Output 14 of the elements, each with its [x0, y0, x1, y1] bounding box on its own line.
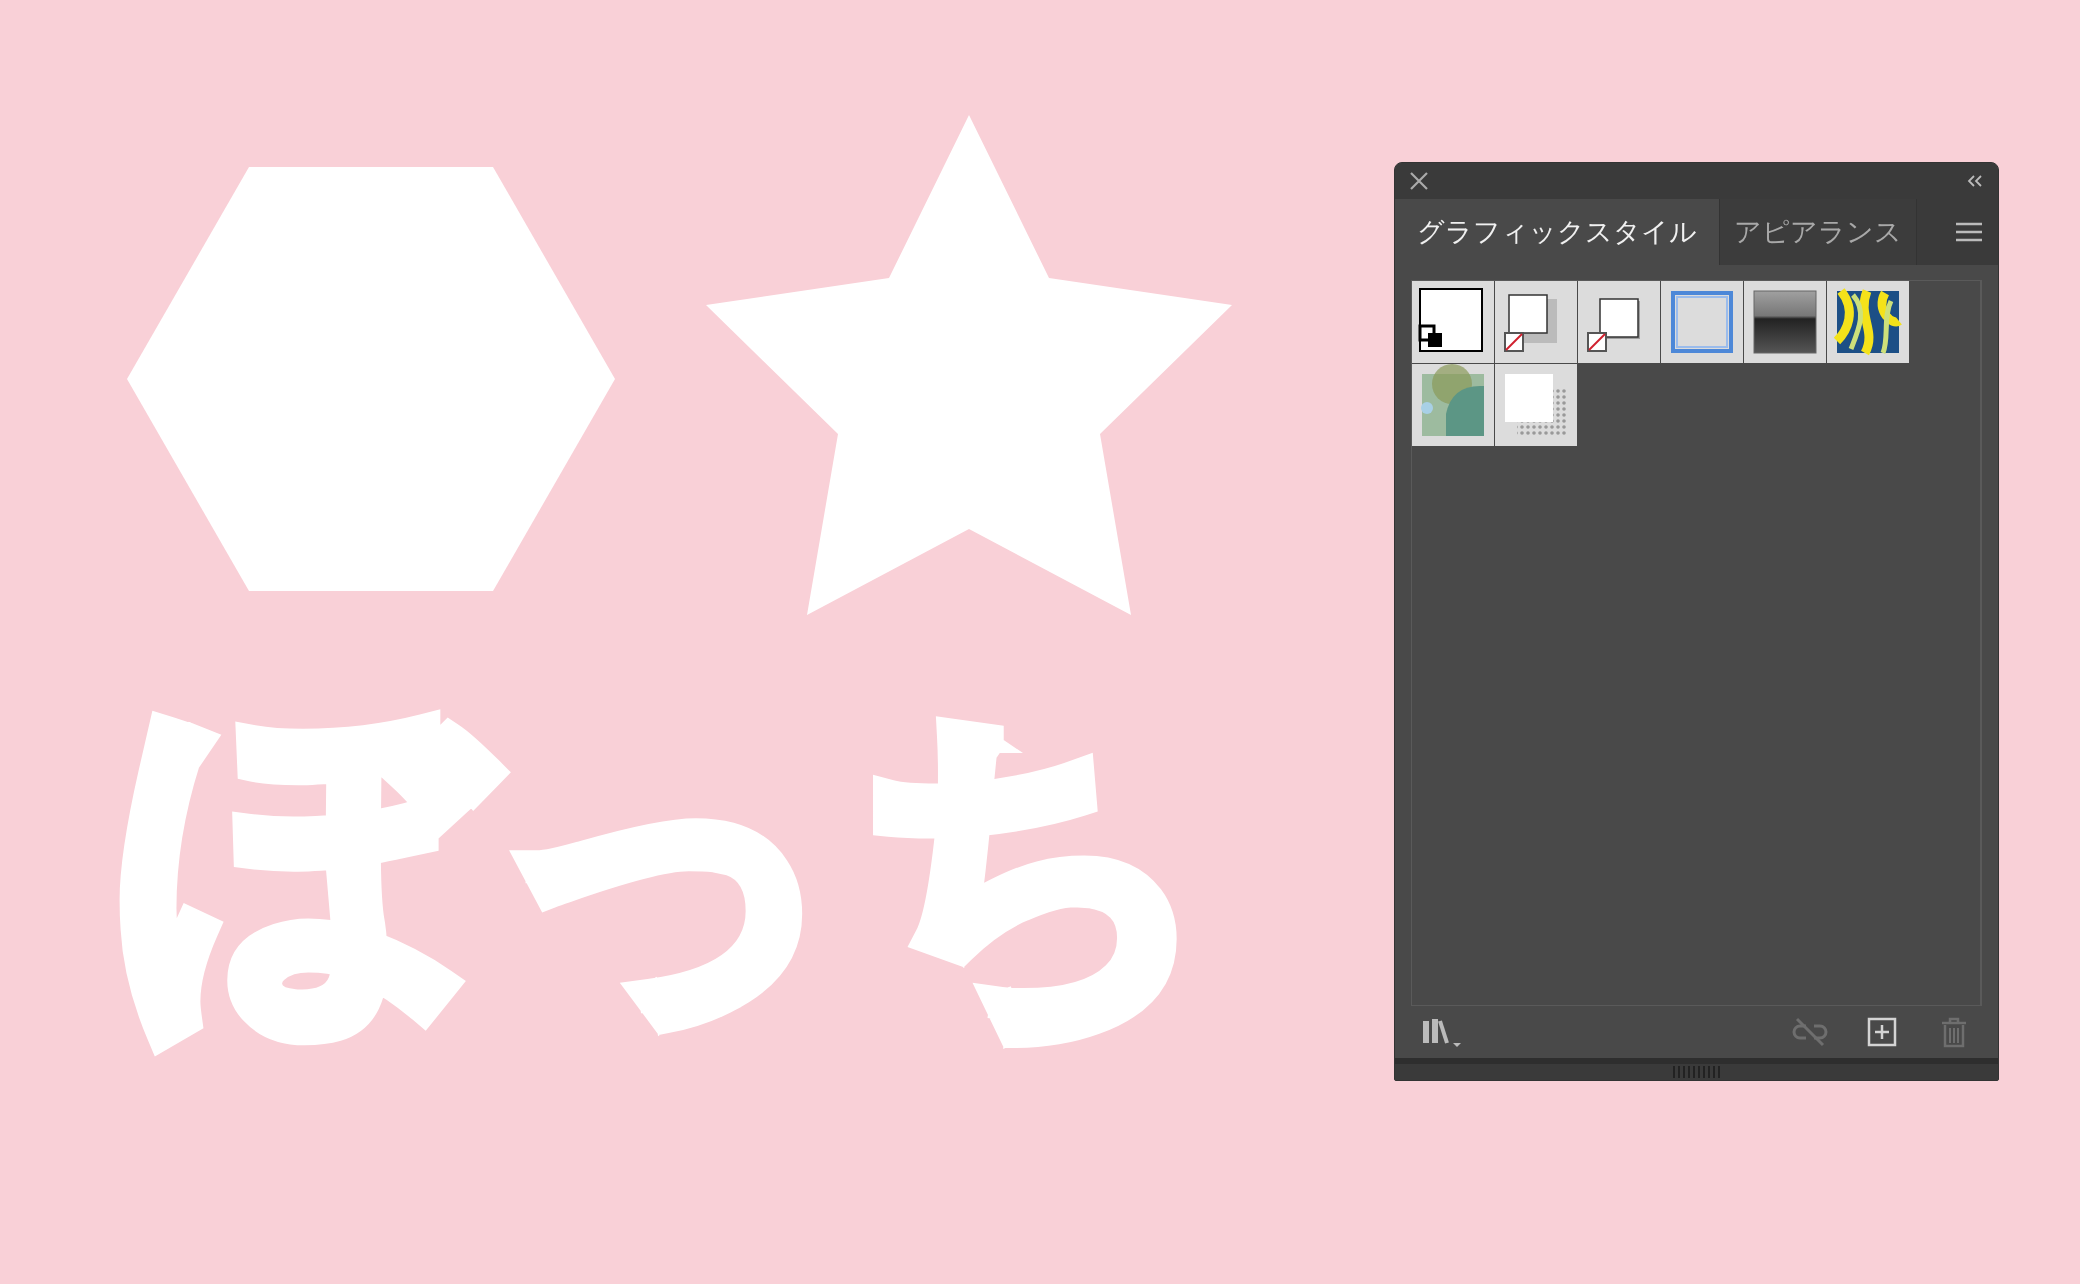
resize-grip-icon[interactable] [1672, 1066, 1721, 1078]
style-swatch[interactable] [1661, 281, 1743, 363]
style-swatch[interactable] [1495, 281, 1577, 363]
style-swatch[interactable] [1495, 364, 1577, 446]
style-swatch[interactable] [1744, 281, 1826, 363]
style-swatch[interactable] [1578, 281, 1660, 363]
collapse-icon[interactable] [1966, 175, 1984, 187]
menu-icon[interactable] [1956, 222, 1982, 242]
style-swatch[interactable] [1412, 281, 1494, 363]
style-swatch[interactable] [1412, 364, 1494, 446]
panel-tab[interactable]: グラフィックスタイル [1395, 199, 1720, 265]
close-icon[interactable] [1409, 171, 1429, 191]
library-icon[interactable] [1421, 1017, 1463, 1047]
style-swatch[interactable] [1827, 281, 1909, 363]
